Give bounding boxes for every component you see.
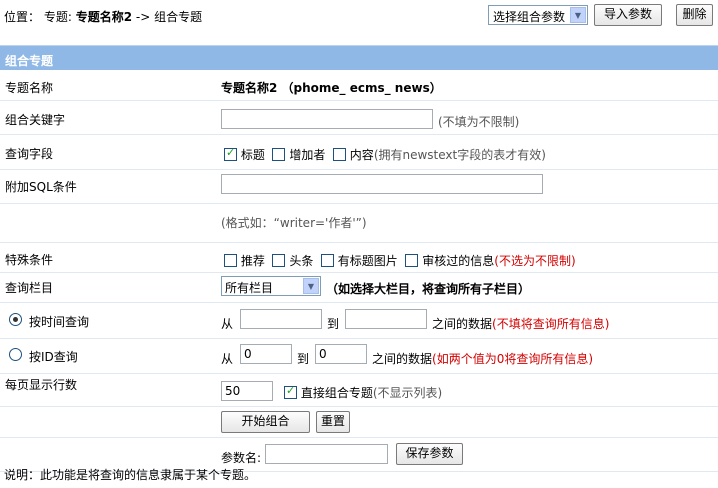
start-combo-button[interactable]: 开始组合 <box>221 411 310 433</box>
topic-name-value: 专题名称2 （phome_ ecms_ news） <box>221 81 442 95</box>
breadcrumb: 位置： 专题: 专题名称2 -> 组合专题 <box>4 8 202 25</box>
by-time-note: 之间的数据(不填将查询所有信息) <box>432 315 609 332</box>
param-name-input[interactable] <box>265 444 388 464</box>
special-label: 特殊条件 <box>5 253 54 267</box>
field-content-checkbox[interactable] <box>332 148 346 161</box>
sql-input[interactable] <box>221 174 543 194</box>
breadcrumb-current: 组合专题 <box>154 10 203 24</box>
special-recommend-label: 推荐 <box>240 254 265 268</box>
special-recommend-checkbox[interactable] <box>224 254 237 267</box>
by-id-start-input[interactable]: 0 <box>240 344 292 364</box>
column-note: （如选择大栏目，将查询所有子栏目） <box>326 282 531 296</box>
row-column: 查询栏目 所有栏目 ▼ （如选择大栏目，将查询所有子栏目） <box>0 273 718 303</box>
column-select[interactable]: 所有栏目 ▼ <box>221 276 321 296</box>
by-time-from-label: 从 <box>221 317 234 331</box>
combo-params-select-value: 选择组合参数 <box>493 10 566 24</box>
row-special: 特殊条件 推荐 头条 有标题图片 审核过的信息(不选为不限制) <box>0 243 718 273</box>
special-checked-label: 审核过的信息 <box>422 254 495 268</box>
by-time-between: 之间的数据 <box>432 317 493 331</box>
row-topic-name: 专题名称 专题名称2 （phome_ ecms_ news） <box>0 70 718 101</box>
direct-combo-checkbox[interactable] <box>284 384 297 399</box>
keyword-hint: (不填为不限制) <box>438 115 520 129</box>
direct-combo-note: (不显示列表) <box>372 386 443 400</box>
by-id-between: 之间的数据 <box>372 352 433 366</box>
import-params-button[interactable]: 导入参数 <box>594 4 662 26</box>
keyword-label: 组合关键字 <box>5 113 66 127</box>
special-headline-checkbox[interactable] <box>272 254 286 267</box>
by-time-end-input[interactable] <box>345 309 427 329</box>
field-content-note: (拥有newstext字段的表才有效) <box>373 148 546 162</box>
sql-divider <box>0 203 718 204</box>
per-page-label: 每页显示行数 <box>5 378 78 392</box>
row-by-time: 按时间查询 从 到 之间的数据(不填将查询所有信息) <box>0 303 718 339</box>
by-time-start-input[interactable] <box>240 309 322 329</box>
field-title-label: 标题 <box>240 148 265 162</box>
per-page-input[interactable]: 50 <box>221 381 273 401</box>
param-name-label: 参数名: <box>221 451 262 465</box>
breadcrumb-arrow: -> <box>135 10 155 24</box>
by-time-label: 按时间查询 <box>29 315 90 329</box>
direct-combo-option: 直接组合专题(不显示列表) <box>284 384 442 401</box>
topic-name-label: 专题名称 <box>5 81 54 95</box>
row-query-fields: 查询字段 标题 增加者 内容(拥有newstext字段的表才有效) <box>0 135 718 170</box>
by-time-radio[interactable] <box>9 313 22 326</box>
delete-button[interactable]: 删除 <box>676 4 713 26</box>
section-header: 组合专题 <box>0 45 718 70</box>
breadcrumb-prefix: 位置： <box>4 10 41 24</box>
row-by-id: 按ID查询 从 0 到 0 之间的数据(如两个值为0将查询所有信息) <box>0 339 718 374</box>
query-fields-label: 查询字段 <box>5 147 54 161</box>
by-id-note-text: (如两个值为0将查询所有信息) <box>432 352 594 366</box>
by-time-to-label: 到 <box>327 317 340 331</box>
by-id-label: 按ID查询 <box>29 350 78 364</box>
row-per-page: 每页显示行数 50 直接组合专题(不显示列表) <box>0 374 718 407</box>
footer-note: 说明：此功能是将查询的信息隶属于某个专题。 <box>4 468 257 482</box>
breadcrumb-topic-link[interactable]: 专题名称2 <box>76 10 132 24</box>
field-adder-checkbox[interactable] <box>272 148 286 161</box>
by-id-to-label: 到 <box>297 352 310 366</box>
field-content-label: 内容 <box>349 148 374 162</box>
special-checked-checkbox[interactable] <box>405 254 419 267</box>
column-select-value: 所有栏目 <box>225 281 274 295</box>
breadcrumb-topic-prefix: 专题: <box>43 10 76 24</box>
sql-label: 附加SQL条件 <box>5 180 77 194</box>
field-title-checkbox[interactable] <box>224 146 237 161</box>
column-label: 查询栏目 <box>5 281 54 295</box>
chevron-down-icon[interactable]: ▼ <box>303 278 319 294</box>
reset-button[interactable]: 重置 <box>316 411 350 433</box>
query-fields-options: 标题 增加者 内容(拥有newstext字段的表才有效) <box>224 146 546 163</box>
special-options: 推荐 头条 有标题图片 审核过的信息(不选为不限制) <box>224 252 576 269</box>
by-id-radio[interactable] <box>9 348 22 361</box>
special-titlepic-checkbox[interactable] <box>320 254 334 267</box>
row-keyword: 组合关键字 (不填为不限制) <box>0 101 718 135</box>
row-sql: 附加SQL条件 (格式如：“writer='作者'”) <box>0 170 718 243</box>
special-note: (不选为不限制) <box>494 254 576 268</box>
special-headline-label: 头条 <box>289 254 314 268</box>
top-bar: 位置： 专题: 专题名称2 -> 组合专题 选择组合参数 ▼ 导入参数 删除 <box>0 0 718 30</box>
sql-hint: (格式如：“writer='作者'”) <box>221 216 367 230</box>
keyword-input[interactable] <box>221 109 433 129</box>
chevron-down-icon[interactable]: ▼ <box>570 7 586 23</box>
by-id-note: 之间的数据(如两个值为0将查询所有信息) <box>372 350 593 367</box>
save-params-button[interactable]: 保存参数 <box>396 443 463 465</box>
combo-params-select[interactable]: 选择组合参数 ▼ <box>488 5 588 25</box>
by-id-end-input[interactable]: 0 <box>315 344 367 364</box>
special-titlepic-label: 有标题图片 <box>337 254 398 268</box>
row-actions: 开始组合 重置 <box>0 407 718 438</box>
by-time-note-text: (不填将查询所有信息) <box>492 317 610 331</box>
direct-combo-label: 直接组合专题 <box>300 386 373 400</box>
by-id-from-label: 从 <box>221 352 234 366</box>
field-adder-label: 增加者 <box>289 148 326 162</box>
